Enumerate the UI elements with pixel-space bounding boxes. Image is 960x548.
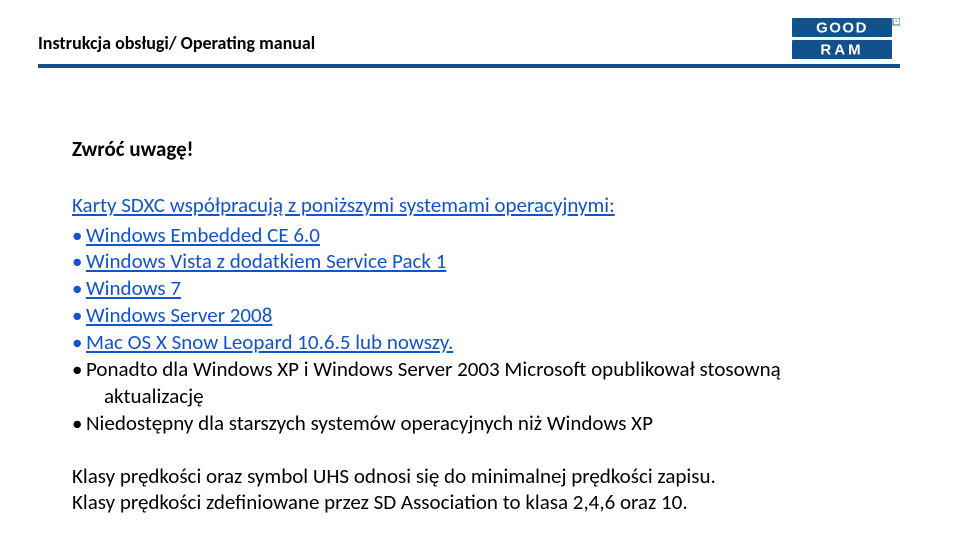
document-page: Instrukcja obsługi/ Operating manual GOO…: [0, 0, 960, 548]
intro-line: Karty SDXC współpracują z poniższymi sys…: [72, 192, 866, 218]
list-item-text-cont: aktualizację: [86, 383, 866, 410]
document-body: Zwróć uwagę! Karty SDXC współpracują z p…: [38, 68, 900, 517]
list-item: Ponadto dla Windows XP i Windows Server …: [72, 356, 866, 410]
logo-text-line2: RAM: [820, 42, 863, 59]
attention-heading: Zwróć uwagę!: [72, 136, 866, 162]
list-item: Niedostępny dla starszych systemów opera…: [72, 410, 866, 437]
list-item-text: Ponadto dla Windows XP i Windows Server …: [86, 356, 781, 382]
logo-text-line1: GOOD: [816, 20, 868, 37]
notes-list: Ponadto dla Windows XP i Windows Server …: [72, 356, 866, 437]
paragraph: Klasy prędkości oraz symbol UHS odnosi s…: [72, 463, 866, 517]
paragraph-line: Klasy prędkości zdefiniowane przez SD As…: [72, 489, 688, 515]
list-item: Windows Embedded CE 6.0: [72, 222, 866, 249]
list-item: Mac OS X Snow Leopard 10.6.5 lub nowszy.: [72, 329, 866, 356]
list-item: Windows Vista z dodatkiem Service Pack 1: [72, 248, 866, 275]
goodram-logo: GOOD RAM ®: [792, 18, 900, 60]
list-item-text: Niedostępny dla starszych systemów opera…: [86, 410, 653, 436]
logo-registered: ®: [895, 19, 898, 26]
paragraph-line: Klasy prędkości oraz symbol UHS odnosi s…: [72, 463, 716, 489]
compatible-systems-list: Windows Embedded CE 6.0 Windows Vista z …: [72, 222, 866, 356]
header: Instrukcja obsługi/ Operating manual GOO…: [38, 18, 900, 60]
list-item: Windows Server 2008: [72, 302, 866, 329]
list-item: Windows 7: [72, 275, 866, 302]
header-title: Instrukcja obsługi/ Operating manual: [38, 18, 315, 54]
